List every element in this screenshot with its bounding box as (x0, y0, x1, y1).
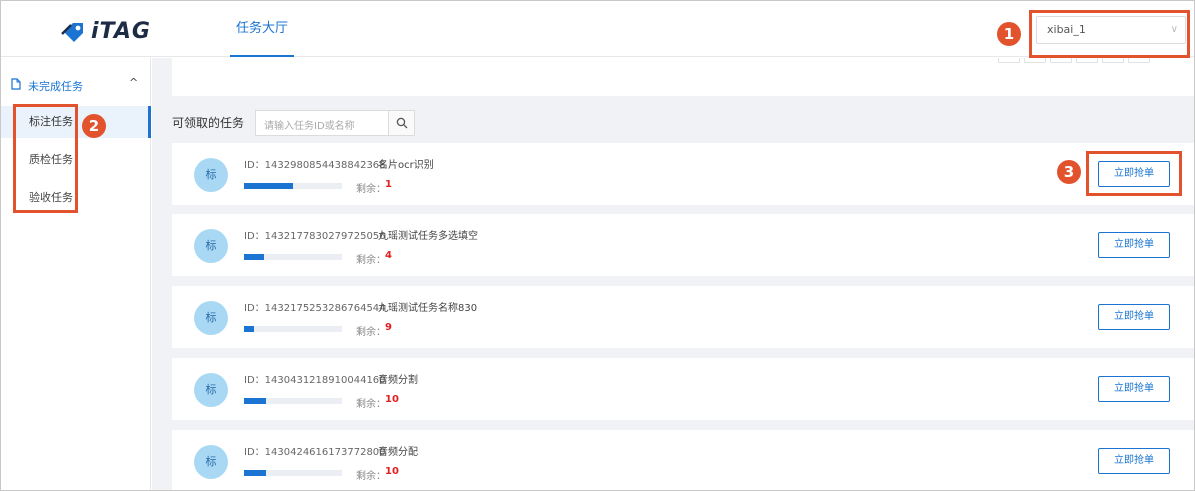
task-progress-bar (244, 326, 342, 332)
grab-task-button[interactable]: 立即抢单 (1098, 376, 1170, 402)
task-avatar: 标 (194, 229, 228, 263)
top-card (172, 58, 1194, 96)
main-content: 可领取的任务 请输入任务ID或名称 标 ID：14329808544388423… (152, 58, 1194, 490)
remain-count: 10 (385, 394, 399, 405)
task-name: 音频分割 (378, 375, 418, 386)
task-card: 标 ID：1432177830279725056 九瑶测试任务多选填空 剩余： … (172, 214, 1194, 276)
search-button[interactable] (388, 111, 414, 135)
pagination[interactable] (998, 58, 1150, 63)
remain-label: 剩余： (356, 255, 386, 266)
remain-label: 剩余： (356, 471, 386, 482)
task-card: 标 ID：1432980854438842368 名片ocr识别 剩余： 1 立… (172, 143, 1194, 205)
task-avatar: 标 (194, 445, 228, 479)
grab-task-button[interactable]: 立即抢单 (1098, 304, 1170, 330)
grab-task-button[interactable]: 立即抢单 (1098, 448, 1170, 474)
search-icon (396, 117, 407, 129)
task-name: 九瑶测试任务多选填空 (378, 231, 478, 242)
task-name: 九瑶测试任务名称830 (378, 303, 478, 314)
task-id: ID：1432175253286764544 (244, 303, 386, 314)
task-progress-bar (244, 470, 342, 476)
remain-count: 10 (385, 466, 399, 477)
task-id: ID：1430431218910044160 (244, 375, 386, 386)
task-id: ID：1432980854438842368 (244, 160, 386, 171)
task-progress-bar (244, 254, 342, 260)
tab-task-hall[interactable]: 任务大厅 (230, 1, 294, 57)
annotation-box-sidebar (13, 104, 78, 213)
remain-count: 1 (385, 179, 392, 190)
grab-task-button[interactable]: 立即抢单 (1098, 232, 1170, 258)
task-id: ID：1430424616173772800 (244, 447, 386, 458)
task-card: 标 ID：1430431218910044160 音频分割 剩余： 10 立即抢… (172, 358, 1194, 420)
task-avatar: 标 (194, 373, 228, 407)
tag-logo-icon (61, 22, 83, 42)
app-logo[interactable]: iTAG (61, 19, 151, 44)
chevron-up-icon[interactable]: ^ (129, 76, 138, 89)
remain-count: 4 (385, 250, 392, 261)
task-name: 名片ocr识别 (378, 160, 434, 171)
task-id: ID：1432177830279725056 (244, 231, 386, 242)
task-progress-bar (244, 398, 342, 404)
remain-label: 剩余： (356, 327, 386, 338)
task-card: 标 ID：1432175253286764544 九瑶测试任务名称830 剩余：… (172, 286, 1194, 348)
app-window: iTAG 任务大厅 xibai_1 ∨ 未完成任务 ^ 标注任务 质检任务 验收… (0, 0, 1195, 491)
task-name: 音频分配 (378, 447, 418, 458)
search-input[interactable]: 请输入任务ID或名称 (255, 110, 415, 136)
task-avatar: 标 (194, 158, 228, 192)
annotation-marker-3: 3 (1057, 160, 1081, 184)
remain-label: 剩余： (356, 399, 386, 410)
task-avatar: 标 (194, 301, 228, 335)
logo-text: iTAG (91, 19, 151, 44)
annotation-marker-2: 2 (82, 114, 106, 138)
search-placeholder: 请输入任务ID或名称 (264, 121, 355, 132)
document-icon (11, 78, 21, 90)
annotation-marker-1: 1 (997, 22, 1021, 46)
task-card: 标 ID：1430424616173772800 音频分配 剩余： 10 立即抢… (172, 430, 1194, 490)
task-progress-bar (244, 183, 342, 189)
remain-count: 9 (385, 322, 392, 333)
annotation-box-grab-button (1086, 151, 1182, 196)
remain-label: 剩余： (356, 184, 386, 195)
section-title: 可领取的任务 (172, 116, 245, 130)
annotation-box-user (1029, 10, 1190, 58)
sidebar-group-label: 未完成任务 (28, 80, 83, 93)
sidebar-group-unfinished[interactable]: 未完成任务 ^ (1, 70, 151, 98)
